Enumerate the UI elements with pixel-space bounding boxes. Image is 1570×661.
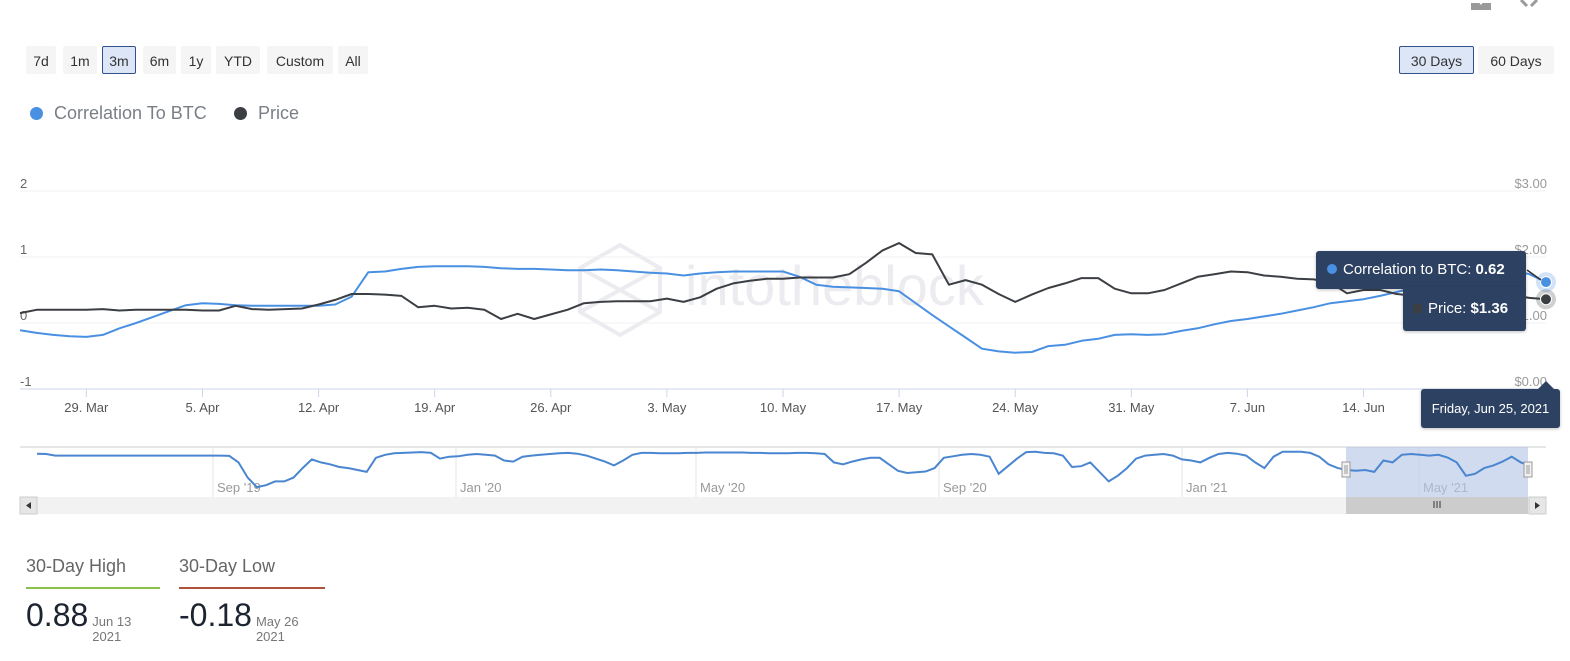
stat-bar-high <box>26 587 160 589</box>
tooltip-correlation-label: Correlation to BTC: <box>1343 261 1476 278</box>
stat-30-day-low: 30-Day Low -0.18 May 26 2021 <box>179 556 325 644</box>
x-tick-label: 17. May <box>876 400 923 415</box>
watermark: intotheblock <box>578 242 985 338</box>
y-left-tick-label: 2 <box>20 176 27 191</box>
x-tick-label: 26. Apr <box>530 400 572 415</box>
y-right-tick-label: $3.00 <box>1514 176 1547 191</box>
tooltip-correlation-value: 0.62 <box>1475 261 1505 278</box>
y-left-tick-label: 1 <box>20 242 27 257</box>
watermark-text: intotheblock <box>685 254 985 317</box>
y-left-tick-label: -1 <box>20 374 32 389</box>
stat-value-high: 0.88 <box>26 597 89 633</box>
x-tick-label: 19. Apr <box>414 400 456 415</box>
stat-title-high: 30-Day High <box>26 556 127 576</box>
stat-value-row-high: 0.88 Jun 13 2021 <box>26 597 160 644</box>
stat-title-low: 30-Day Low <box>179 556 276 576</box>
scrollbar[interactable] <box>19 496 1547 515</box>
watermark-logo-icon <box>578 242 662 338</box>
tooltip-dot-correlation <box>1327 264 1337 274</box>
tooltip-date-arrow <box>1538 381 1554 389</box>
navigator-series-line <box>36 450 1531 489</box>
navigator-tick-label: Jan '21 <box>1186 480 1228 495</box>
x-tick-label: 14. Jun <box>1342 400 1385 415</box>
x-tick-label: 31. May <box>1108 400 1155 415</box>
navigator-tick-label: Jan '20 <box>460 480 502 495</box>
navigator-tick-label: Sep '19 <box>217 480 261 495</box>
navigator[interactable]: Sep '19Jan '20May '20Sep '20Jan '21May '… <box>20 446 1546 497</box>
stat-bar-low <box>179 587 325 589</box>
tooltip-price-value: $1.36 <box>1470 300 1509 317</box>
y-left-tick-label: 0 <box>20 308 27 323</box>
navigator-handle-left[interactable] <box>1341 461 1351 478</box>
hover-point-correlation <box>1540 276 1552 289</box>
x-axis: 29. Mar 5. Apr 12. Apr 19. Apr 26. Apr 3. May… <box>64 389 1385 415</box>
x-tick-label: 24. May <box>992 400 1039 415</box>
tooltip-correlation: Correlation to BTC: 0.62 <box>1316 251 1526 289</box>
x-tick-label: 7. Jun <box>1230 400 1265 415</box>
tooltip-date-label: Friday, Jun 25, 2021 <box>1431 401 1550 416</box>
tooltip-price: Price: $1.36 <box>1403 287 1526 331</box>
stat-value-low: -0.18 <box>179 597 252 633</box>
scrollbar-track <box>20 497 1546 514</box>
stat-value-row-low: -0.18 May 26 2021 <box>179 597 325 644</box>
stat-date-high: Jun 13 2021 <box>92 614 132 644</box>
tooltip-date: Friday, Jun 25, 2021 <box>1421 389 1560 428</box>
navigator-tick-label: Sep '20 <box>943 480 987 495</box>
stat-30-day-high: 30-Day High 0.88 Jun 13 2021 <box>26 556 160 644</box>
navigator-handle-right[interactable] <box>1523 461 1533 478</box>
navigator-tick-label: May '20 <box>700 480 745 495</box>
x-tick-label: 12. Apr <box>298 400 340 415</box>
tooltip-price-label: Price: <box>1428 300 1471 317</box>
stat-date-low: May 26 2021 <box>255 614 299 644</box>
tooltip-dot-price <box>1413 304 1422 313</box>
x-tick-label: 10. May <box>760 400 807 415</box>
hover-point-price <box>1540 293 1552 306</box>
x-tick-label: 5. Apr <box>185 400 220 415</box>
x-tick-label: 29. Mar <box>64 400 109 415</box>
y-axis-left: -1 0 1 2 <box>20 176 32 389</box>
x-tick-label: 3. May <box>647 400 687 415</box>
